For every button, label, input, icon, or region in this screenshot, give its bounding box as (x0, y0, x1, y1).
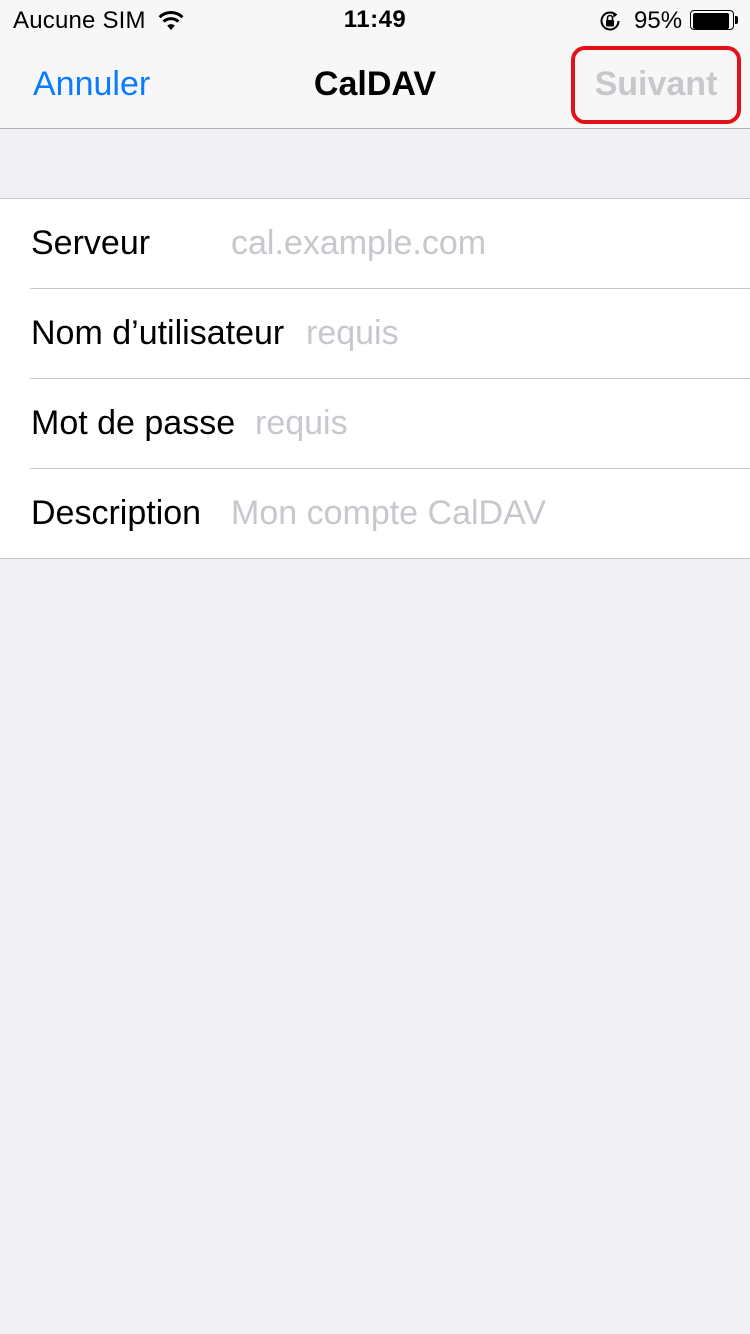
server-input[interactable] (231, 221, 731, 265)
description-input[interactable] (231, 491, 736, 535)
username-input[interactable] (306, 311, 736, 355)
battery-icon (690, 10, 740, 32)
battery-body (690, 10, 734, 30)
battery-fill (693, 13, 729, 29)
next-button-highlight[interactable]: Suivant (571, 46, 741, 124)
password-label: Mot de passe (31, 404, 236, 442)
server-row: Serveur (0, 199, 750, 288)
status-bar: Aucune SIM 11:49 95% (0, 0, 750, 40)
server-label: Serveur (31, 224, 151, 262)
description-label: Description (31, 494, 202, 532)
battery-tip (735, 16, 738, 24)
navigation-bar: Annuler CalDAV Suivant (0, 40, 750, 129)
description-row: Description (30, 468, 750, 558)
password-input[interactable] (255, 401, 735, 445)
username-row: Nom d’utilisateur (30, 288, 750, 378)
password-row: Mot de passe (30, 378, 750, 468)
battery-percentage: 95% (634, 7, 683, 34)
orientation-lock-icon (600, 11, 620, 31)
username-label: Nom d’utilisateur (31, 314, 285, 352)
next-button[interactable]: Suivant (575, 64, 737, 104)
account-form: Serveur Nom d’utilisateur Mot de passe D… (0, 198, 750, 559)
